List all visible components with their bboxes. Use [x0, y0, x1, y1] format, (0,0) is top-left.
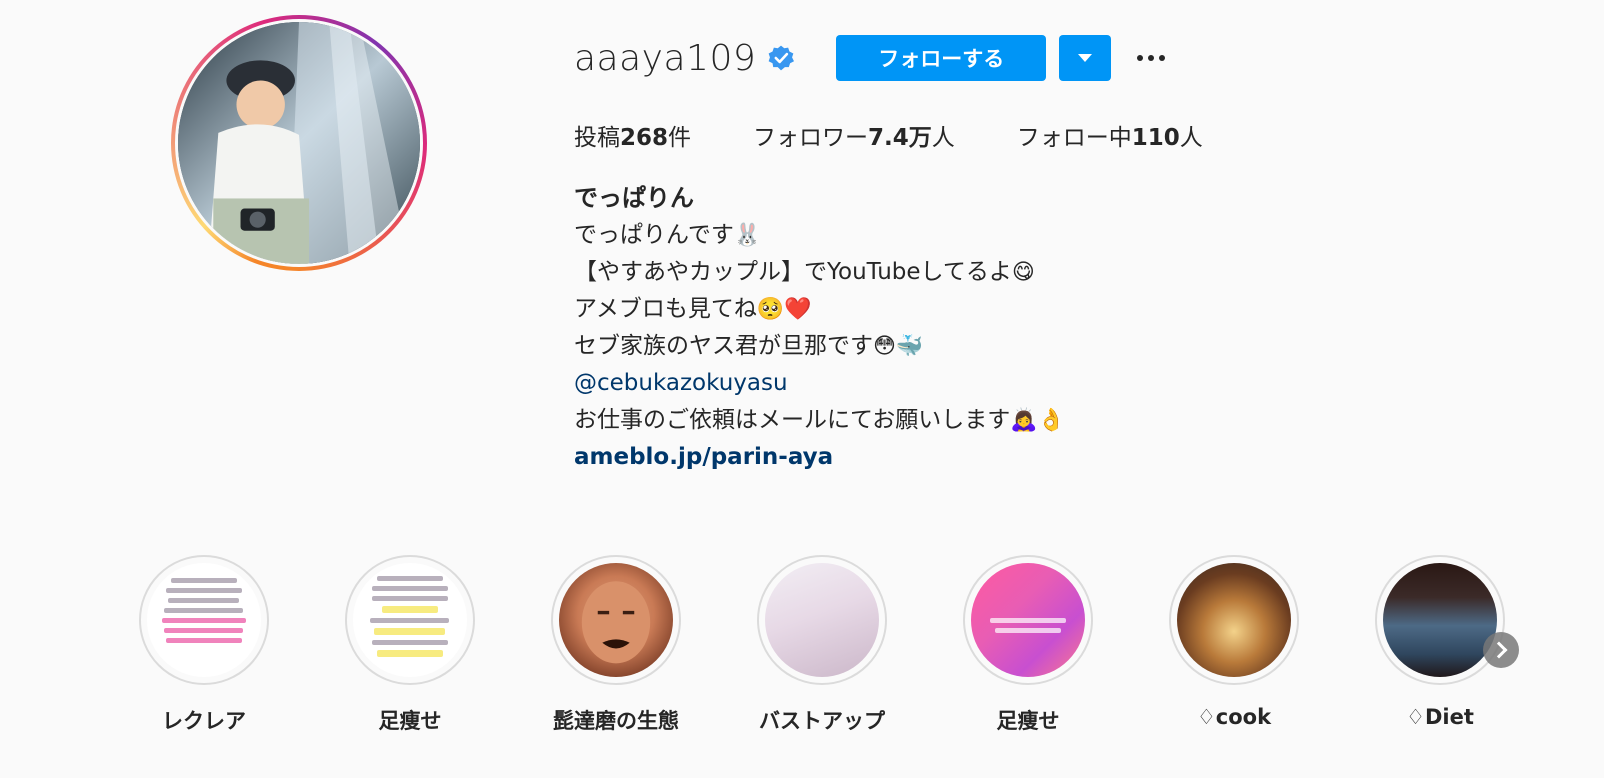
bow-ok-emoji-icon: 🙇‍♀️👌 [1010, 408, 1066, 433]
more-dot-icon [1159, 55, 1166, 61]
highlight-cover-text [157, 573, 251, 648]
bio-line: セブ家族のヤス君が旦那です😳🐳 [574, 328, 1065, 365]
followers-prefix: フォロワー [753, 125, 869, 151]
bio-line: アメブロも見てね🥺❤️ [574, 291, 1065, 328]
followers-number: 7.4万 [868, 125, 932, 151]
highlight-item[interactable]: 髭達磨の生態 [550, 555, 682, 735]
highlight-ring [757, 555, 887, 685]
following-link[interactable]: フォロー中110人 [1017, 118, 1203, 152]
highlight-ring [345, 555, 475, 685]
highlight-cover [147, 563, 261, 677]
following-suffix: 人 [1179, 125, 1203, 151]
posts-count: 投稿268件 [574, 118, 691, 152]
profile-bio: でっぱりん でっぱりんです🐰 【やすあやカップル】でYouTubeしてるよ😋 ア… [574, 180, 1065, 476]
more-options-button[interactable] [1137, 35, 1166, 81]
highlight-cover-face [581, 581, 651, 664]
posts-suffix: 件 [668, 125, 692, 151]
followers-suffix: 人 [931, 125, 955, 151]
profile-header: aaaya109 フォローする [574, 34, 1166, 82]
highlight-cover [765, 563, 879, 677]
highlight-cover [1177, 563, 1291, 677]
highlight-item[interactable]: 足痩せ [344, 555, 476, 735]
profile-avatar-ring[interactable] [171, 15, 427, 271]
posts-number: 268 [620, 125, 669, 151]
bio-line: 【やすあやカップル】でYouTubeしてるよ😋 [574, 254, 1065, 291]
posts-prefix: 投稿 [574, 125, 620, 151]
highlight-ring [1169, 555, 1299, 685]
highlight-cover-text [981, 613, 1075, 638]
bio-text: 【やすあやカップル】でYouTubeしてるよ [574, 259, 1012, 285]
bio-line: お仕事のご依頼はメールにてお願いします🙇‍♀️👌 [574, 402, 1065, 439]
profile-avatar[interactable] [178, 22, 420, 264]
bio-text: お仕事のご依頼はメールにてお願いします [574, 407, 1011, 433]
story-highlights: レクレア 足痩せ 髭達磨の生態 バストアップ 足痩せ ♢cook ♢Diet [138, 555, 1580, 735]
bio-text: でっぱりんです [574, 222, 734, 248]
highlight-item[interactable]: バストアップ [756, 555, 888, 735]
highlight-item[interactable]: 足痩せ [962, 555, 1094, 735]
flushed-whale-emoji-icon: 😳🐳 [873, 334, 924, 359]
highlight-cover [559, 563, 673, 677]
highlight-cover [971, 563, 1085, 677]
highlight-ring [139, 555, 269, 685]
bio-text: アメブロも見てね [574, 296, 757, 322]
highlight-ring [963, 555, 1093, 685]
profile-stats: 投稿268件 フォロワー7.4万人 フォロー中110人 [574, 118, 1265, 152]
avatar-photo-illustration [178, 22, 420, 264]
followers-link[interactable]: フォロワー7.4万人 [753, 118, 955, 152]
chevron-right-icon [1490, 641, 1508, 659]
bio-line: ameblo.jp/parin-aya [574, 439, 1065, 476]
highlight-item[interactable]: レクレア [138, 555, 270, 735]
highlight-ring [1375, 555, 1505, 685]
more-dot-icon [1148, 55, 1155, 61]
bio-text: セブ家族のヤス君が旦那です [574, 333, 873, 359]
highlight-cover [1383, 563, 1497, 677]
more-dot-icon [1137, 55, 1144, 61]
following-number: 110 [1131, 125, 1180, 151]
rabbit-emoji-icon: 🐰 [733, 223, 762, 248]
highlights-next-button[interactable] [1483, 632, 1519, 668]
bio-line: でっぱりんです🐰 [574, 217, 1065, 254]
highlight-label: バストアップ [759, 709, 885, 733]
suggested-dropdown-button[interactable] [1059, 35, 1112, 81]
highlight-label: ♢Diet [1406, 705, 1474, 729]
caret-down-icon [1078, 54, 1093, 62]
external-website-link[interactable]: ameblo.jp/parin-aya [574, 444, 833, 470]
highlight-label: レクレア [162, 709, 246, 733]
highlight-label: ♢cook [1196, 705, 1272, 729]
display-name: でっぱりん [574, 184, 694, 212]
following-prefix: フォロー中 [1016, 125, 1132, 151]
highlight-label: 髭達磨の生態 [553, 709, 679, 733]
highlight-cover [353, 563, 467, 677]
highlight-label: 足痩せ [378, 709, 442, 733]
bio-line: @cebukazokuyasu [574, 365, 1065, 402]
highlight-cover-text [363, 571, 457, 662]
follow-button[interactable]: フォローする [836, 35, 1047, 81]
highlight-item[interactable]: ♢cook [1168, 555, 1300, 735]
mention-link[interactable]: @cebukazokuyasu [574, 370, 788, 396]
highlight-ring [551, 555, 681, 685]
verified-badge-icon [768, 45, 795, 71]
highlight-label: 足痩せ [996, 709, 1060, 733]
yum-emoji-icon: 😋 [1011, 260, 1035, 285]
pleading-heart-emoji-icon: 🥺❤️ [756, 297, 812, 322]
username: aaaya109 [574, 37, 757, 79]
